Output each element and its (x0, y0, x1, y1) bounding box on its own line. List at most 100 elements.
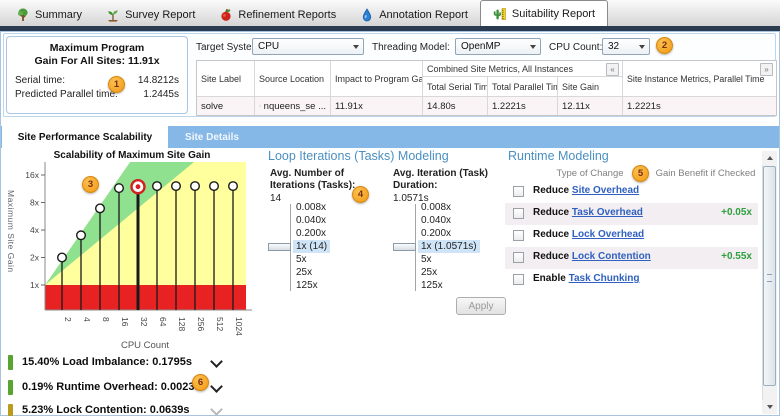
callout-badge-4: 4 (352, 186, 369, 203)
target-system-select[interactable]: CPU (252, 38, 364, 55)
lock-contention-bar (8, 404, 13, 416)
cpu-count-select[interactable]: 32 (602, 38, 650, 55)
svg-text:2: 2 (63, 317, 73, 322)
tab-label: Refinement Reports (238, 9, 336, 21)
task-overhead-checkbox[interactable] (513, 208, 524, 219)
cell-instance-parallel[interactable]: 1.2221s (623, 97, 776, 115)
lock-contention-link[interactable]: Lock Contention (572, 251, 651, 262)
cell-site-gain[interactable]: 12.11x (558, 97, 623, 115)
subtab-site-details[interactable]: Site Details (170, 126, 254, 148)
col-header-site-instance-metrics[interactable]: Site Instance Metrics, Parallel Time (623, 61, 776, 97)
arrow-up-icon (767, 156, 773, 160)
duration-slider-options[interactable]: 0.008x 0.040x 0.200x 1x (1.0571s) 5x 25x… (418, 201, 480, 292)
scrollbar-grip (767, 274, 772, 282)
tab-suitability-report[interactable]: Suitability Report (480, 0, 608, 26)
subtab-site-performance-scalability[interactable]: Site Performance Scalability (2, 126, 168, 148)
chevron-down-icon (353, 45, 359, 49)
ruler-plant-icon (493, 7, 507, 21)
serial-time-value: 14.8212s (138, 75, 179, 86)
tab-label: Annotation Report (379, 9, 468, 21)
cell-source-location[interactable]: nqueens_se ... (255, 97, 331, 115)
tab-annotation-report[interactable]: Annotation Report (348, 4, 480, 26)
callout-badge-2: 2 (656, 37, 673, 54)
runtime-row-task-overhead: Reduce Task Overhead +0.05x (505, 203, 758, 225)
loop-modeling-heading: Loop Iterations (Tasks) Modeling (268, 149, 449, 163)
group-header-combined-site-metrics[interactable]: Combined Site Metrics, All Instances « (423, 61, 623, 77)
lock-overhead-checkbox[interactable] (513, 230, 524, 241)
threading-model-label: Threading Model: (372, 39, 450, 56)
svg-text:128: 128 (177, 317, 187, 331)
svg-text:8x: 8x (30, 198, 40, 208)
tab-survey-report[interactable]: Survey Report (94, 4, 207, 26)
callout-badge-5: 5 (632, 165, 649, 182)
cpu-count-label: CPU Count: (549, 39, 602, 56)
serial-time-row: Serial time: 14.8212s (15, 75, 179, 86)
site-metrics-table: Site Label Source Location Impact to Pro… (196, 60, 777, 116)
task-chunking-link[interactable]: Task Chunking (569, 273, 640, 284)
col-header-site-gain[interactable]: Site Gain (558, 77, 623, 97)
svg-text:64: 64 (158, 317, 168, 327)
cell-site-label[interactable]: solve (197, 97, 255, 115)
duration-selected-option[interactable]: 1x (1.0571s) (418, 240, 480, 253)
gain-box-title: Maximum Program Gain For All Sites: 11.9… (7, 42, 187, 68)
col-header-total-parallel-time[interactable]: Total Parallel Time (488, 77, 558, 97)
site-overhead-checkbox[interactable] (513, 186, 524, 197)
callout-badge-1: 1 (108, 76, 125, 93)
col-header-total-serial-time[interactable]: Total Serial Time (423, 77, 488, 97)
col-header-site-label[interactable]: Site Label (197, 61, 255, 97)
cell-impact[interactable]: 11.91x (331, 97, 423, 115)
lock-overhead-link[interactable]: Lock Overhead (572, 229, 644, 240)
duration-slider-header: Avg. Iteration (Task) Duration: (393, 168, 503, 192)
col-header-source-location[interactable]: Source Location (255, 61, 331, 97)
scrollbar-up-button[interactable] (762, 151, 777, 165)
task-chunking-checkbox[interactable] (513, 274, 524, 285)
threading-model-select[interactable]: OpenMP (455, 38, 541, 55)
tab-refinement-reports[interactable]: Refinement Reports (207, 4, 348, 26)
runtime-overhead-bar (8, 380, 13, 395)
task-overhead-link[interactable]: Task Overhead (572, 207, 643, 218)
scrollbar-thumb[interactable] (763, 166, 776, 386)
callout-badge-6: 6 (192, 374, 209, 391)
tab-summary[interactable]: Summary (4, 4, 94, 26)
gain-benefit-header: Gain Benefit if Checked (653, 168, 758, 179)
iterations-slider-options[interactable]: 0.008x 0.040x 0.200x 1x (14) 5x 25x 125x (293, 201, 330, 292)
predicted-parallel-time-row: Predicted Parallel time: 1.2445s (15, 89, 179, 100)
scalability-chart[interactable]: 1x2x4x8x16x2481632641282565121024 (4, 158, 258, 340)
scrollbar-down-button[interactable] (762, 400, 777, 414)
iterations-slider-thumb[interactable] (268, 243, 291, 251)
iterations-value: 14 (270, 193, 281, 204)
chevron-down-icon (639, 45, 645, 49)
load-imbalance-bar (8, 355, 13, 370)
runtime-modeling-heading: Runtime Modeling (508, 149, 609, 163)
runtime-row-lock-contention: Reduce Lock Contention +0.55x (505, 247, 758, 269)
iterations-selected-option[interactable]: 1x (14) (293, 240, 330, 253)
svg-text:16: 16 (120, 317, 130, 327)
report-tab-bar: Summary Survey Report Refinement Reports… (0, 0, 780, 26)
suitability-report-screen: Summary Survey Report Refinement Reports… (0, 0, 780, 416)
col-header-impact[interactable]: Impact to Program Gain (331, 61, 423, 97)
duration-slider-thumb[interactable] (393, 243, 416, 251)
cell-total-serial[interactable]: 14.80s (423, 97, 488, 115)
max-program-gain-box: Maximum Program Gain For All Sites: 11.9… (6, 36, 188, 114)
runtime-row-task-chunking: Enable Task Chunking (505, 269, 758, 291)
svg-text:4x: 4x (30, 225, 40, 235)
document-icon (259, 101, 261, 111)
tab-label: Summary (35, 9, 82, 21)
collapse-columns-icon[interactable]: « (606, 63, 619, 76)
svg-text:4: 4 (82, 317, 92, 322)
apply-button[interactable]: Apply (456, 297, 506, 315)
tab-label: Survey Report (125, 9, 195, 21)
sprout-icon (106, 8, 120, 22)
iterations-slider-header: Avg. Number of Iterations (Tasks): (270, 168, 388, 192)
type-of-change-header: Type of Change (540, 168, 640, 179)
svg-text:1024: 1024 (234, 317, 244, 336)
chart-x-axis-label: CPU Count (45, 340, 245, 351)
lock-contention-checkbox[interactable] (513, 252, 524, 263)
expand-columns-icon[interactable]: » (760, 63, 773, 76)
svg-text:32: 32 (139, 317, 149, 327)
svg-text:2x: 2x (30, 253, 40, 263)
tree-icon (16, 8, 30, 22)
svg-text:16x: 16x (25, 170, 39, 180)
site-overhead-link[interactable]: Site Overhead (572, 185, 639, 196)
cell-total-parallel[interactable]: 1.2221s (488, 97, 558, 115)
